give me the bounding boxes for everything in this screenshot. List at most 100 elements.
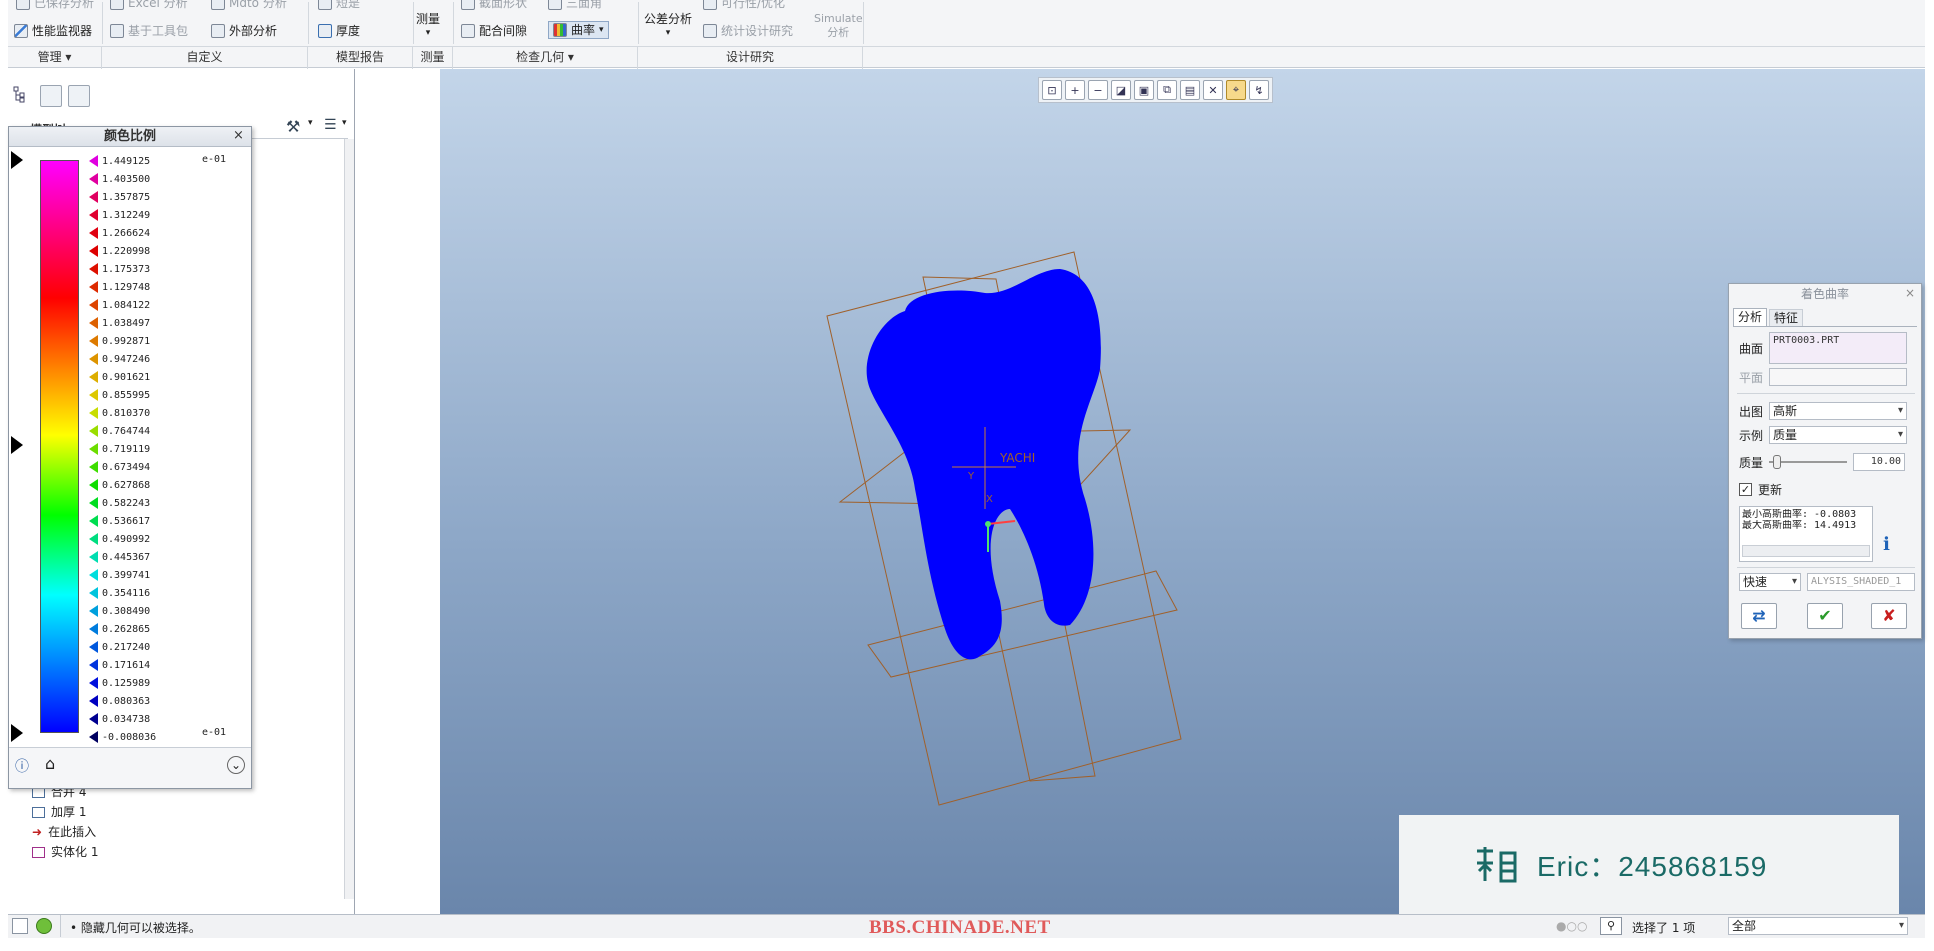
home-icon[interactable]: ⌂ [45,754,55,773]
repeat-icon[interactable]: ⇄ [1741,603,1777,629]
graphics-viewport[interactable]: ⊡ + − ◪ ▣ ⧉ ▤ ✕ ⌖ ↯ YACHI Y X [440,69,1925,914]
chevron-down-icon[interactable]: ▾ [308,118,313,128]
scale-marker-icon[interactable] [89,407,98,419]
tree-item-insert-here[interactable]: ➜ 在此插入 [32,823,96,841]
close-icon[interactable]: × [1905,286,1915,300]
surface-collector[interactable]: PRT0003.PRT [1769,332,1908,364]
result-scrollbar[interactable] [1742,545,1870,557]
scale-marker-icon[interactable] [89,425,98,437]
output-select[interactable]: 高斯 [1769,402,1908,420]
settings-list-icon[interactable]: ☰ [324,117,337,133]
chevron-down-icon[interactable]: ▾ [342,118,347,128]
scale-marker-icon[interactable] [89,335,98,347]
saved-analysis-button[interactable]: 已保存分析 [16,0,94,12]
mode-select[interactable]: 快速 [1739,573,1801,591]
selection-filter-select[interactable]: 全部 [1728,917,1908,935]
scale-value: 1.266624 [102,227,151,239]
update-checkbox[interactable]: ✓ [1739,483,1752,496]
tree-item-thicken[interactable]: 加厚 1 [32,803,86,821]
scale-marker-icon[interactable] [89,173,98,185]
toolkit-analysis-button[interactable]: 基于工具包 [110,22,188,40]
curvature-button[interactable]: 曲率 ▾ [548,21,609,39]
scale-value[interactable]: -0.008036 [102,732,156,743]
thickness-button[interactable]: 厚度 [318,22,360,40]
scale-marker-icon[interactable] [89,641,98,653]
scale-value[interactable]: 1.449125 [102,156,150,167]
scale-marker-icon[interactable] [89,191,98,203]
scale-marker-icon[interactable] [89,155,98,167]
scale-marker-icon[interactable] [89,695,98,707]
filter-icon[interactable]: ⚲ [1600,917,1622,935]
feasibility-button[interactable]: 可行性/优化 [703,0,785,12]
plane-collector[interactable] [1769,368,1908,386]
tools-icon[interactable]: ⚒ [286,117,300,136]
measure-button[interactable]: 测量 ▾ [416,12,440,44]
scale-marker-icon[interactable] [89,497,98,509]
quality-slider-thumb[interactable] [1772,455,1781,469]
mdto-analysis-button[interactable]: Mdto 分析 [211,0,287,12]
scale-value: 1.403500 [102,173,151,185]
scale-marker-icon[interactable] [89,263,98,275]
scale-marker-icon[interactable] [89,389,98,401]
scale-marker-icon[interactable] [89,371,98,383]
scale-mid-handle[interactable] [11,436,23,454]
performance-monitor-button[interactable]: 性能监视器 [14,22,92,40]
scale-marker-icon[interactable] [89,731,98,743]
quality-input[interactable]: 10.00 [1853,453,1906,471]
scale-marker-icon[interactable] [89,227,98,239]
scale-marker-icon[interactable] [89,623,98,635]
scale-marker-icon[interactable] [89,713,98,725]
scale-marker-icon[interactable] [89,245,98,257]
tab-feature[interactable]: 特征 [1769,309,1804,326]
chevron-down-icon[interactable]: ⌄ [227,756,245,774]
scale-value: 1.312249 [102,209,151,221]
tree-scrollbar[interactable] [344,139,354,899]
tree-toggle-icon[interactable] [12,918,28,934]
globe-icon[interactable] [36,918,52,934]
scale-marker-icon[interactable] [89,659,98,671]
scale-marker-icon[interactable] [89,299,98,311]
analysis-name-input[interactable]: ALYSIS_SHADED_1 [1807,573,1915,591]
info-icon[interactable]: ℹ [1883,534,1890,555]
trihedral-button[interactable]: 三面角 [548,0,602,12]
scale-marker-icon[interactable] [89,533,98,545]
scale-min-handle[interactable] [11,724,23,742]
group-inspect-geometry[interactable]: 检查几何 ▾ [453,47,638,69]
ok-check-icon[interactable]: ✔ [1807,603,1843,629]
scale-marker-icon[interactable] [89,515,98,527]
scale-marker-icon[interactable] [89,587,98,599]
scale-marker-icon[interactable] [89,281,98,293]
section-shape-button[interactable]: 截面形状 [461,0,527,12]
info-icon[interactable]: ⓘ [15,756,29,776]
scale-marker-icon[interactable] [89,605,98,617]
sample-select[interactable]: 质量 [1769,426,1908,444]
short-edge-button[interactable]: 短是 [318,0,360,12]
tab-analysis[interactable]: 分析 [1733,308,1768,326]
clearance-button[interactable]: 配合间隙 [461,22,527,40]
scale-marker-icon[interactable] [89,443,98,455]
scale-marker-icon[interactable] [89,479,98,491]
folder-browser-tab-icon[interactable] [68,85,90,107]
scale-marker-icon[interactable] [89,317,98,329]
divider [60,915,61,937]
scale-marker-icon[interactable] [89,569,98,581]
simulate-analysis-button[interactable]: Simulate 分析 [814,12,863,44]
statistical-design-button[interactable]: 统计设计研究 [703,22,793,40]
excel-analysis-button[interactable]: Excel 分析 [110,0,188,12]
quality-slider[interactable] [1769,453,1848,471]
layer-tree-tab-icon[interactable] [40,85,62,107]
scale-max-handle[interactable] [11,151,23,169]
scale-marker-icon[interactable] [89,353,98,365]
tooth-model[interactable] [866,269,1101,660]
close-icon[interactable]: × [233,128,244,143]
external-analysis-button[interactable]: 外部分析 [211,22,277,40]
scale-marker-icon[interactable] [89,209,98,221]
tree-item-solidify[interactable]: 实体化 1 [32,843,98,861]
model-tree-tab-icon[interactable] [12,85,34,107]
tolerance-analysis-button[interactable]: 公差分析 ▾ [644,12,692,44]
scale-marker-icon[interactable] [89,551,98,563]
group-manage[interactable]: 管理 ▾ [8,47,102,69]
cancel-x-icon[interactable]: ✘ [1871,603,1907,629]
scale-marker-icon[interactable] [89,677,98,689]
scale-marker-icon[interactable] [89,461,98,473]
